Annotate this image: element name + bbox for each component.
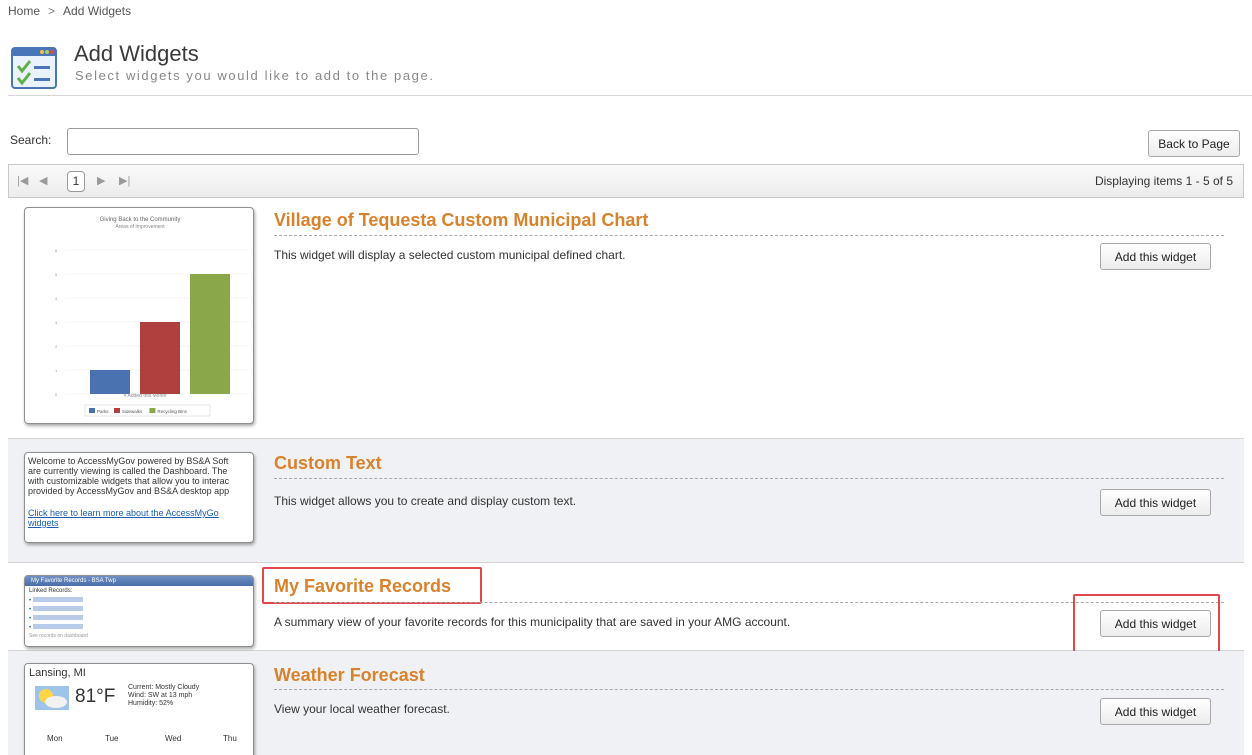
thumb-records-label: Linked Records: xyxy=(29,588,73,594)
chart-thumb-bar xyxy=(190,274,230,394)
breadcrumb-separator: > xyxy=(48,4,56,18)
add-weather-widget-button[interactable]: Add this widget xyxy=(1100,698,1211,725)
page-subtitle: Select widgets you would like to add to … xyxy=(75,68,435,83)
breadcrumb-home[interactable]: Home xyxy=(8,4,40,18)
chart-thumb-xlabel: # Added this Month xyxy=(124,393,167,399)
thumb-weather-current: Current: Mostly Cloudy xyxy=(128,684,200,691)
favorite-records-thumbnail: My Favorite Records - BSA Twp Linked Rec… xyxy=(24,575,254,647)
breadcrumb: Home > Add Widgets xyxy=(8,4,131,18)
page-number-button[interactable]: 1 xyxy=(67,171,85,192)
last-page-icon[interactable]: ▶| xyxy=(119,174,130,187)
thumb-text-line: are currently viewing is called the Dash… xyxy=(28,466,228,476)
thumb-weather-wind: Wind: SW at 13 mph xyxy=(128,692,193,699)
chart-thumb-bar xyxy=(140,322,180,394)
chart-thumb-ytick: 0 xyxy=(55,392,58,397)
widget-title-weather: Weather Forecast xyxy=(274,665,425,685)
first-page-icon[interactable]: |◀ xyxy=(17,174,28,187)
chart-thumb-ytick: 1 xyxy=(55,368,58,373)
widget-row-custom-text: Welcome to AccessMyGov powered by BS&A S… xyxy=(8,439,1244,563)
widget-desc-custom-text: This widget allows you to create and dis… xyxy=(274,494,577,508)
chart-thumb-legend: Parks Sidewalks Recycling Bins xyxy=(84,404,211,417)
chart-thumb-ytick: 2 xyxy=(55,344,58,349)
thumb-weather-temp: 81°F xyxy=(75,686,116,707)
thumb-records-footer: See records on dashboard xyxy=(29,633,88,639)
back-to-page-button[interactable]: Back to Page xyxy=(1148,130,1240,157)
chart-thumb-title: Giving Back to the Community xyxy=(100,217,181,223)
chart-thumb-legend-swatch xyxy=(89,408,95,413)
thumb-text-line: Welcome to AccessMyGov powered by BS&A S… xyxy=(28,456,229,466)
search-input[interactable] xyxy=(67,128,419,155)
thumb-weather-day: Mon xyxy=(47,734,63,743)
thumb-weather-humidity: Humidity: 52% xyxy=(128,700,174,707)
widget-divider xyxy=(274,689,1224,690)
widget-desc-chart: This widget will display a selected cust… xyxy=(274,248,626,262)
chart-thumb-ytick: 6 xyxy=(55,248,58,253)
widget-row-weather: Lansing, MI 81°F Current: Mostly Cloudy … xyxy=(8,651,1244,755)
widget-divider xyxy=(274,478,1224,479)
thumb-link-line: widgets xyxy=(28,518,59,528)
thumb-weather-day: Wed xyxy=(165,734,182,743)
thumb-records-header: My Favorite Records - BSA Twp xyxy=(25,576,253,586)
chart-thumb-bars xyxy=(90,274,230,394)
chart-thumb-legend-label: Recycling Bins xyxy=(157,409,187,414)
widget-row-chart: Giving Back to the Community Areas of Im… xyxy=(8,199,1244,439)
add-chart-widget-button[interactable]: Add this widget xyxy=(1100,243,1211,270)
breadcrumb-current: Add Widgets xyxy=(63,4,132,18)
add-custom-text-widget-button[interactable]: Add this widget xyxy=(1100,489,1211,516)
widget-row-favorite-records: My Favorite Records - BSA Twp Linked Rec… xyxy=(8,563,1244,654)
add-favorite-records-widget-button[interactable]: Add this widget xyxy=(1100,610,1211,637)
widgets-checklist-icon xyxy=(11,47,57,89)
chart-thumb-ytick: 4 xyxy=(55,296,58,301)
chart-thumb-legend-label: Parks xyxy=(97,409,109,414)
thumb-weather-day: Thu xyxy=(223,734,237,743)
prev-page-icon[interactable]: ◀ xyxy=(39,174,47,187)
thumb-link-line: Click here to learn more about the Acces… xyxy=(28,508,219,518)
next-page-icon[interactable]: ▶ xyxy=(97,174,105,187)
widget-desc-weather: View your local weather forecast. xyxy=(274,702,450,716)
chart-thumb-ytick: 5 xyxy=(55,272,58,277)
chart-thumb-subtitle: Areas of Improvement xyxy=(115,224,165,230)
weather-thumbnail: Lansing, MI 81°F Current: Mostly Cloudy … xyxy=(24,663,254,755)
thumb-weather-location: Lansing, MI xyxy=(29,667,86,679)
chart-thumb-legend-swatch xyxy=(114,408,120,413)
pager: |◀ ◀ 1 ▶ ▶| Displaying items 1 - 5 of 5 xyxy=(8,164,1244,198)
chart-thumb-legend-swatch xyxy=(149,408,156,413)
widget-desc-favorite-records: A summary view of your favorite records … xyxy=(274,615,791,629)
custom-text-thumbnail: Welcome to AccessMyGov powered by BS&A S… xyxy=(24,452,254,543)
chart-thumb-ytick: 3 xyxy=(55,320,58,325)
widget-divider xyxy=(274,235,1224,236)
thumb-text-line: with customizable widgets that allow you… xyxy=(28,476,230,486)
chart-thumbnail: Giving Back to the Community Areas of Im… xyxy=(24,207,254,424)
thumb-text-line: provided by AccessMyGov and BS&A desktop… xyxy=(28,486,230,496)
widget-title-custom-text: Custom Text xyxy=(274,453,382,473)
search-label: Search: xyxy=(10,133,52,147)
page-title: Add Widgets xyxy=(74,41,199,66)
chart-thumbnail-svg: Giving Back to the Community Areas of Im… xyxy=(55,217,250,417)
widget-title-chart: Village of Tequesta Custom Municipal Cha… xyxy=(274,210,649,230)
chart-thumb-bar xyxy=(90,370,130,394)
page-header: Add Widgets Select widgets you would lik… xyxy=(8,38,1252,96)
chart-thumb-legend-label: Sidewalks xyxy=(122,409,143,414)
pager-info: Displaying items 1 - 5 of 5 xyxy=(1094,174,1233,188)
cloudy-sun-icon xyxy=(35,686,69,710)
thumb-weather-day: Tue xyxy=(105,734,119,743)
widget-title-favorite-records: My Favorite Records xyxy=(274,576,452,596)
